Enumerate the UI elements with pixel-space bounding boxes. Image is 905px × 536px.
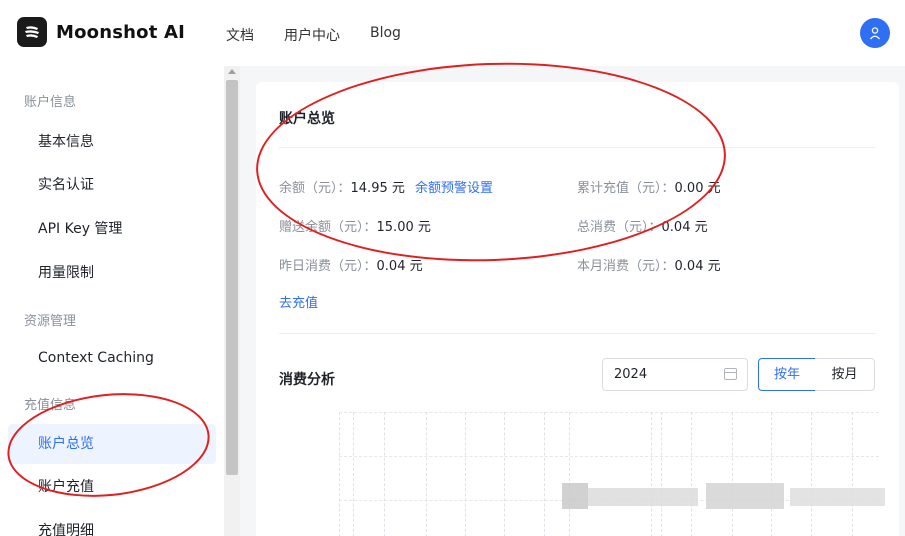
calendar-icon — [724, 368, 737, 380]
divider — [279, 333, 876, 334]
analysis-title: 消费分析 — [279, 372, 335, 388]
total-recharge-row: 累计充值（元）：0.00 元 — [577, 177, 721, 196]
grid-line — [339, 412, 879, 413]
sidebar-item-recharge[interactable]: 账户充值 — [8, 467, 216, 507]
total-consume-row: 总消费（元）：0.04 元 — [577, 216, 708, 235]
grid-line — [651, 412, 652, 536]
avatar[interactable] — [860, 18, 890, 48]
top-nav: 文档 用户中心 Blog — [226, 25, 431, 45]
sidebar-group-recharge: 充值信息 — [24, 398, 77, 413]
grid-line — [771, 412, 772, 536]
blurred-region — [706, 483, 784, 509]
account-overview-card: 账户总览 余额（元）：14.95 元 余额预警设置 累计充值（元）：0.00 元… — [256, 82, 899, 536]
grid-line — [691, 412, 692, 536]
divider — [279, 147, 876, 148]
month-value: 0.04 元 — [674, 259, 721, 274]
grid-line — [504, 412, 505, 536]
brand-logo[interactable]: Moonshot AI — [17, 17, 185, 47]
page-title: 账户总览 — [279, 111, 335, 127]
nav-user-center[interactable]: 用户中心 — [284, 25, 340, 45]
brand-name: Moonshot AI — [56, 21, 186, 43]
by-year-button[interactable]: 按年 — [758, 358, 816, 391]
sidebar-item-account-overview[interactable]: 账户总览 — [8, 424, 216, 464]
by-month-button[interactable]: 按月 — [815, 358, 875, 391]
year-picker[interactable]: 2024 — [602, 358, 748, 391]
moonshot-logo-icon — [17, 17, 47, 47]
sidebar-group-account: 账户信息 — [24, 95, 77, 110]
sidebar: 账户信息 基本信息 实名认证 API Key 管理 用量限制 资源管理 Cont… — [0, 66, 224, 536]
month-label: 本月消费（元）： — [577, 259, 675, 274]
grid-line — [661, 412, 662, 536]
sidebar-group-resources: 资源管理 — [24, 314, 77, 329]
total-consume-value: 0.04 元 — [661, 220, 708, 235]
grid-line — [852, 412, 853, 536]
blurred-region — [562, 483, 588, 509]
total-recharge-value: 0.00 元 — [674, 181, 721, 196]
year-value: 2024 — [614, 367, 648, 382]
grid-line — [339, 456, 879, 457]
grid-line — [569, 412, 570, 536]
yesterday-row: 昨日消费（元）：0.04 元 — [279, 255, 423, 274]
grid-line — [339, 412, 340, 536]
yesterday-value: 0.04 元 — [376, 259, 423, 274]
consumption-chart — [339, 412, 879, 536]
grid-line — [384, 412, 385, 536]
sidebar-item-basic-info[interactable]: 基本信息 — [8, 122, 216, 162]
grid-line — [353, 412, 354, 536]
grid-line — [732, 412, 733, 536]
go-recharge-link[interactable]: 去充值 — [279, 292, 318, 311]
scrollbar-thumb[interactable] — [226, 80, 238, 475]
gift-balance-value: 15.00 元 — [376, 220, 431, 235]
grid-line — [811, 412, 812, 536]
grid-line — [426, 412, 427, 536]
month-row: 本月消费（元）：0.04 元 — [577, 255, 721, 274]
balance-label: 余额（元）： — [279, 181, 351, 196]
nav-docs[interactable]: 文档 — [226, 25, 254, 45]
grid-line — [465, 412, 466, 536]
sidebar-item-usage-limit[interactable]: 用量限制 — [8, 253, 216, 293]
sidebar-item-api-key[interactable]: API Key 管理 — [8, 209, 216, 249]
gift-balance-row: 赠送余额（元）：15.00 元 — [279, 216, 431, 235]
balance-value: 14.95 元 — [350, 181, 405, 196]
sidebar-item-context-caching[interactable]: Context Caching — [8, 338, 216, 378]
balance-alert-link[interactable]: 余额预警设置 — [415, 181, 493, 196]
total-consume-label: 总消费（元）： — [577, 220, 662, 235]
total-recharge-label: 累计充值（元）： — [577, 181, 675, 196]
grid-line — [544, 412, 545, 536]
balance-row: 余额（元）：14.95 元 余额预警设置 — [279, 177, 493, 196]
sidebar-item-real-name[interactable]: 实名认证 — [8, 165, 216, 205]
user-icon — [869, 27, 881, 40]
top-header: Moonshot AI 文档 用户中心 Blog — [0, 0, 905, 66]
blurred-region — [790, 488, 885, 506]
scroll-up-arrow-icon[interactable] — [228, 69, 236, 74]
sidebar-scrollbar[interactable] — [224, 66, 240, 536]
blurred-region — [588, 488, 698, 506]
nav-blog[interactable]: Blog — [370, 25, 401, 45]
sidebar-item-recharge-details[interactable]: 充值明细 — [8, 511, 216, 536]
yesterday-label: 昨日消费（元）： — [279, 259, 377, 274]
gift-balance-label: 赠送余额（元）： — [279, 220, 377, 235]
